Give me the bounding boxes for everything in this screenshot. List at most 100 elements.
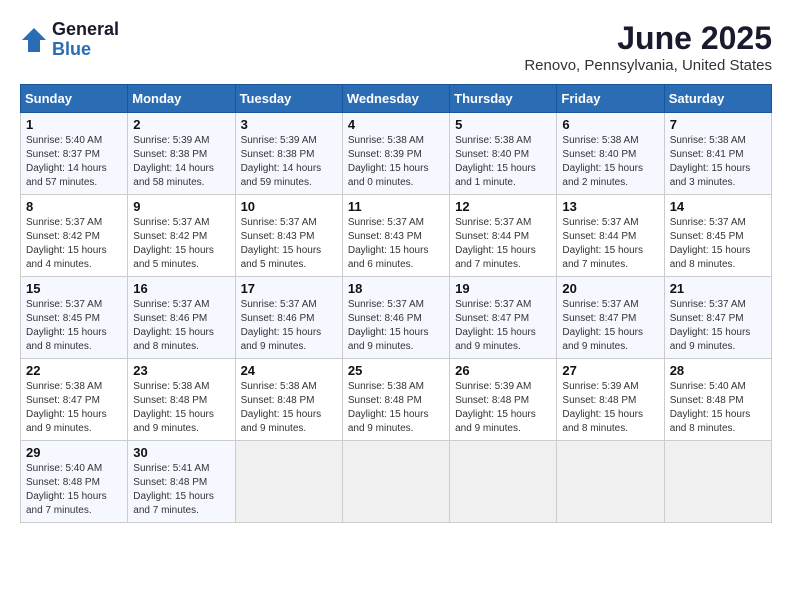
- day-info: Sunrise: 5:41 AMSunset: 8:48 PMDaylight:…: [133, 462, 229, 518]
- logo-icon: [20, 26, 48, 54]
- weekday-header-friday: Friday: [557, 85, 664, 113]
- day-number: 5: [455, 117, 551, 132]
- day-number: 22: [26, 363, 122, 378]
- weekday-header-thursday: Thursday: [450, 85, 557, 113]
- day-info: Sunrise: 5:37 AMSunset: 8:43 PMDaylight:…: [241, 216, 337, 272]
- calendar-cell: 11 Sunrise: 5:37 AMSunset: 8:43 PMDayligh…: [342, 195, 449, 277]
- calendar-week-3: 15 Sunrise: 5:37 AMSunset: 8:45 PMDayligh…: [21, 277, 772, 359]
- day-info: Sunrise: 5:37 AMSunset: 8:47 PMDaylight:…: [455, 298, 551, 354]
- calendar-cell: 5 Sunrise: 5:38 AMSunset: 8:40 PMDaylight…: [450, 113, 557, 195]
- day-number: 2: [133, 117, 229, 132]
- weekday-header-monday: Monday: [128, 85, 235, 113]
- month-title: June 2025: [524, 20, 772, 57]
- calendar-cell: 1 Sunrise: 5:40 AMSunset: 8:37 PMDaylight…: [21, 113, 128, 195]
- weekday-header-sunday: Sunday: [21, 85, 128, 113]
- logo-text: General Blue: [52, 20, 119, 60]
- calendar-cell: 13Sunrise: 5:37 AMSunset: 8:44 PMDayligh…: [557, 195, 664, 277]
- day-number: 10: [241, 199, 337, 214]
- logo-blue: Blue: [52, 40, 119, 60]
- day-info: Sunrise: 5:37 AMSunset: 8:44 PMDaylight:…: [562, 216, 658, 272]
- calendar-cell: 26 Sunrise: 5:39 AMSunset: 8:48 PMDayligh…: [450, 359, 557, 441]
- day-info: Sunrise: 5:37 AMSunset: 8:45 PMDaylight:…: [670, 216, 766, 272]
- calendar-cell: 17 Sunrise: 5:37 AMSunset: 8:46 PMDayligh…: [235, 277, 342, 359]
- calendar-cell: 29 Sunrise: 5:40 AMSunset: 8:48 PMDayligh…: [21, 441, 128, 523]
- calendar-cell: 14 Sunrise: 5:37 AMSunset: 8:45 PMDayligh…: [664, 195, 771, 277]
- day-info: Sunrise: 5:40 AMSunset: 8:48 PMDaylight:…: [26, 462, 122, 518]
- calendar-cell: 21Sunrise: 5:37 AMSunset: 8:47 PMDayligh…: [664, 277, 771, 359]
- title-area: June 2025 Renovo, Pennsylvania, United S…: [524, 20, 772, 74]
- day-number: 23: [133, 363, 229, 378]
- day-number: 8: [26, 199, 122, 214]
- day-info: Sunrise: 5:37 AMSunset: 8:46 PMDaylight:…: [133, 298, 229, 354]
- day-number: 15: [26, 281, 122, 296]
- day-info: Sunrise: 5:38 AMSunset: 8:48 PMDaylight:…: [133, 380, 229, 436]
- day-info: Sunrise: 5:38 AMSunset: 8:40 PMDaylight:…: [562, 134, 658, 190]
- day-number: 20: [562, 281, 658, 296]
- weekday-header-tuesday: Tuesday: [235, 85, 342, 113]
- calendar-cell: 9Sunrise: 5:37 AMSunset: 8:42 PMDaylight…: [128, 195, 235, 277]
- calendar-cell: 27 Sunrise: 5:39 AMSunset: 8:48 PMDayligh…: [557, 359, 664, 441]
- calendar-cell: 18Sunrise: 5:37 AMSunset: 8:46 PMDayligh…: [342, 277, 449, 359]
- day-number: 1: [26, 117, 122, 132]
- day-number: 26: [455, 363, 551, 378]
- calendar-header-row: SundayMondayTuesdayWednesdayThursdayFrid…: [21, 85, 772, 113]
- day-number: 30: [133, 445, 229, 460]
- day-info: Sunrise: 5:39 AMSunset: 8:48 PMDaylight:…: [455, 380, 551, 436]
- calendar-cell: 7 Sunrise: 5:38 AMSunset: 8:41 PMDaylight…: [664, 113, 771, 195]
- calendar-cell: 6 Sunrise: 5:38 AMSunset: 8:40 PMDaylight…: [557, 113, 664, 195]
- day-number: 24: [241, 363, 337, 378]
- day-info: Sunrise: 5:37 AMSunset: 8:45 PMDaylight:…: [26, 298, 122, 354]
- calendar-cell: 8 Sunrise: 5:37 AMSunset: 8:42 PMDaylight…: [21, 195, 128, 277]
- calendar-cell: 19Sunrise: 5:37 AMSunset: 8:47 PMDayligh…: [450, 277, 557, 359]
- day-info: Sunrise: 5:39 AMSunset: 8:48 PMDaylight:…: [562, 380, 658, 436]
- calendar-week-1: 1 Sunrise: 5:40 AMSunset: 8:37 PMDaylight…: [21, 113, 772, 195]
- day-info: Sunrise: 5:37 AMSunset: 8:43 PMDaylight:…: [348, 216, 444, 272]
- calendar-cell: [664, 441, 771, 523]
- day-info: Sunrise: 5:37 AMSunset: 8:44 PMDaylight:…: [455, 216, 551, 272]
- calendar-table: SundayMondayTuesdayWednesdayThursdayFrid…: [20, 84, 772, 523]
- page-header: General Blue June 2025 Renovo, Pennsylva…: [20, 20, 772, 74]
- calendar-cell: [342, 441, 449, 523]
- calendar-week-4: 22Sunrise: 5:38 AMSunset: 8:47 PMDayligh…: [21, 359, 772, 441]
- day-info: Sunrise: 5:37 AMSunset: 8:42 PMDaylight:…: [26, 216, 122, 272]
- day-info: Sunrise: 5:39 AMSunset: 8:38 PMDaylight:…: [133, 134, 229, 190]
- day-number: 7: [670, 117, 766, 132]
- calendar-cell: 22Sunrise: 5:38 AMSunset: 8:47 PMDayligh…: [21, 359, 128, 441]
- day-info: Sunrise: 5:37 AMSunset: 8:46 PMDaylight:…: [241, 298, 337, 354]
- day-number: 12: [455, 199, 551, 214]
- day-info: Sunrise: 5:37 AMSunset: 8:47 PMDaylight:…: [562, 298, 658, 354]
- weekday-header-wednesday: Wednesday: [342, 85, 449, 113]
- day-info: Sunrise: 5:38 AMSunset: 8:41 PMDaylight:…: [670, 134, 766, 190]
- day-number: 18: [348, 281, 444, 296]
- calendar-cell: [235, 441, 342, 523]
- day-number: 6: [562, 117, 658, 132]
- day-info: Sunrise: 5:38 AMSunset: 8:40 PMDaylight:…: [455, 134, 551, 190]
- weekday-header-saturday: Saturday: [664, 85, 771, 113]
- calendar-cell: [557, 441, 664, 523]
- day-info: Sunrise: 5:40 AMSunset: 8:37 PMDaylight:…: [26, 134, 122, 190]
- calendar-cell: 28 Sunrise: 5:40 AMSunset: 8:48 PMDayligh…: [664, 359, 771, 441]
- day-number: 17: [241, 281, 337, 296]
- day-number: 16: [133, 281, 229, 296]
- calendar-cell: 23 Sunrise: 5:38 AMSunset: 8:48 PMDayligh…: [128, 359, 235, 441]
- day-number: 11: [348, 199, 444, 214]
- day-number: 29: [26, 445, 122, 460]
- day-info: Sunrise: 5:38 AMSunset: 8:48 PMDaylight:…: [348, 380, 444, 436]
- calendar-cell: 25 Sunrise: 5:38 AMSunset: 8:48 PMDayligh…: [342, 359, 449, 441]
- day-number: 27: [562, 363, 658, 378]
- day-number: 3: [241, 117, 337, 132]
- calendar-week-5: 29 Sunrise: 5:40 AMSunset: 8:48 PMDayligh…: [21, 441, 772, 523]
- logo-general: General: [52, 20, 119, 40]
- day-info: Sunrise: 5:37 AMSunset: 8:42 PMDaylight:…: [133, 216, 229, 272]
- calendar-cell: 15 Sunrise: 5:37 AMSunset: 8:45 PMDayligh…: [21, 277, 128, 359]
- day-info: Sunrise: 5:38 AMSunset: 8:48 PMDaylight:…: [241, 380, 337, 436]
- day-number: 25: [348, 363, 444, 378]
- day-info: Sunrise: 5:38 AMSunset: 8:39 PMDaylight:…: [348, 134, 444, 190]
- day-info: Sunrise: 5:37 AMSunset: 8:47 PMDaylight:…: [670, 298, 766, 354]
- calendar-cell: 2 Sunrise: 5:39 AMSunset: 8:38 PMDaylight…: [128, 113, 235, 195]
- day-info: Sunrise: 5:40 AMSunset: 8:48 PMDaylight:…: [670, 380, 766, 436]
- day-number: 28: [670, 363, 766, 378]
- day-number: 14: [670, 199, 766, 214]
- calendar-cell: 20 Sunrise: 5:37 AMSunset: 8:47 PMDayligh…: [557, 277, 664, 359]
- calendar-cell: [450, 441, 557, 523]
